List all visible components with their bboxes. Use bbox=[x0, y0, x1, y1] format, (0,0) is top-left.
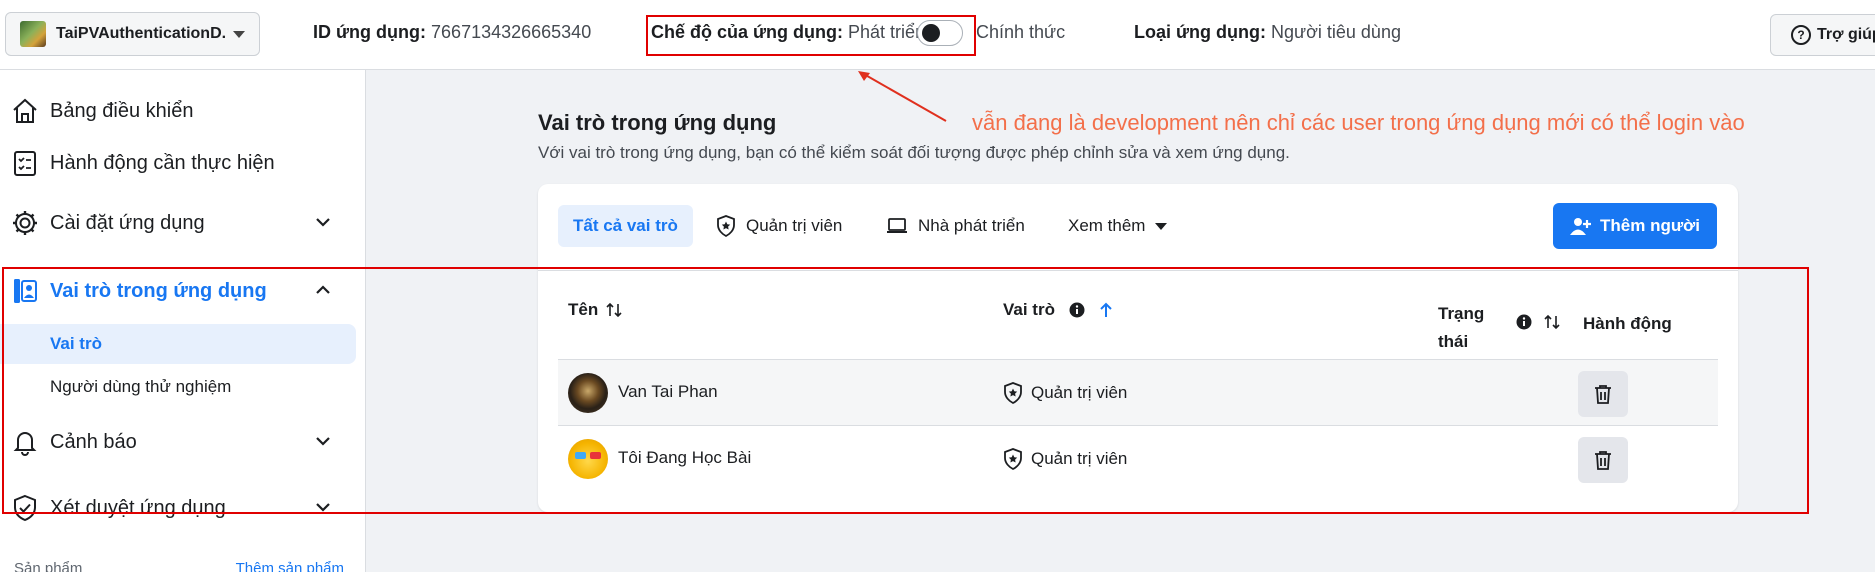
help-label: Trợ giúp bbox=[1817, 26, 1875, 43]
sidebar-item-label: Bảng điều khiển bbox=[50, 99, 194, 122]
app-id: ID ứng dụng: 7667134326665340 bbox=[313, 22, 591, 43]
app-mode-live: Chính thức bbox=[976, 22, 1066, 42]
app-type: Loại ứng dụng: Người tiêu dùng bbox=[1134, 22, 1401, 43]
annotation-note: vẫn đang là development nên chỉ các user… bbox=[972, 110, 1745, 135]
roles-highlight-box bbox=[2, 267, 1809, 514]
products-label: Sản phẩm bbox=[14, 560, 83, 572]
caret-down-icon bbox=[1155, 222, 1168, 230]
app-type-value: Người tiêu dùng bbox=[1271, 22, 1401, 42]
tab-label: Quản trị viên bbox=[746, 216, 843, 235]
caret-down-icon bbox=[233, 30, 245, 38]
sidebar-item-app-settings[interactable]: Cài đặt ứng dụng bbox=[0, 200, 366, 246]
tab-label: Nhà phát triển bbox=[918, 216, 1025, 235]
chevron-down-icon bbox=[316, 218, 330, 227]
tab-all-roles[interactable]: Tất cả vai trò bbox=[558, 205, 693, 247]
add-product-link[interactable]: Thêm sản phẩm bbox=[236, 560, 344, 572]
tab-developers[interactable]: Nhà phát triển bbox=[886, 205, 1025, 247]
shield-star-icon bbox=[717, 215, 735, 237]
app-switcher[interactable]: TaiPVAuthenticationD... bbox=[5, 12, 260, 56]
sidebar-item-dashboard[interactable]: Bảng điều khiển bbox=[0, 88, 366, 134]
app-id-value: 7667134326665340 bbox=[431, 22, 592, 42]
app-thumbnail bbox=[20, 21, 46, 47]
sidebar-item-actions[interactable]: Hành động cần thực hiện bbox=[0, 140, 366, 186]
app-id-label: ID ứng dụng: bbox=[313, 22, 427, 42]
sidebar-item-label: Cài đặt ứng dụng bbox=[50, 211, 205, 234]
sidebar-item-label: Hành động cần thực hiện bbox=[50, 151, 275, 174]
tab-admins[interactable]: Quản trị viên bbox=[716, 205, 842, 247]
laptop-icon bbox=[887, 218, 907, 233]
add-people-button[interactable]: Thêm người bbox=[1553, 203, 1717, 249]
gear-icon bbox=[13, 211, 37, 235]
app-name: TaiPVAuthenticationD... bbox=[56, 25, 225, 42]
mode-highlight-box bbox=[646, 15, 976, 56]
checklist-icon bbox=[14, 151, 36, 176]
page-description: Với vai trò trong ứng dụng, bạn có thể k… bbox=[538, 143, 1290, 162]
top-bar: TaiPVAuthenticationD... ID ứng dụng: 766… bbox=[0, 0, 1875, 70]
add-people-label: Thêm người bbox=[1600, 216, 1700, 235]
add-person-icon bbox=[1570, 218, 1592, 235]
tab-label: Tất cả vai trò bbox=[573, 216, 678, 235]
help-button[interactable]: ? Trợ giúp bbox=[1770, 14, 1875, 56]
question-icon: ? bbox=[1791, 25, 1811, 45]
home-icon bbox=[13, 98, 37, 123]
tab-see-more[interactable]: Xem thêm bbox=[1068, 205, 1168, 247]
tab-label: Xem thêm bbox=[1068, 216, 1146, 235]
sidebar-footer: Sản phẩm Thêm sản phẩm bbox=[14, 560, 344, 572]
page-title: Vai trò trong ứng dụng bbox=[538, 110, 777, 135]
annotation-arrow bbox=[858, 71, 947, 122]
app-type-label: Loại ứng dụng: bbox=[1134, 22, 1267, 42]
